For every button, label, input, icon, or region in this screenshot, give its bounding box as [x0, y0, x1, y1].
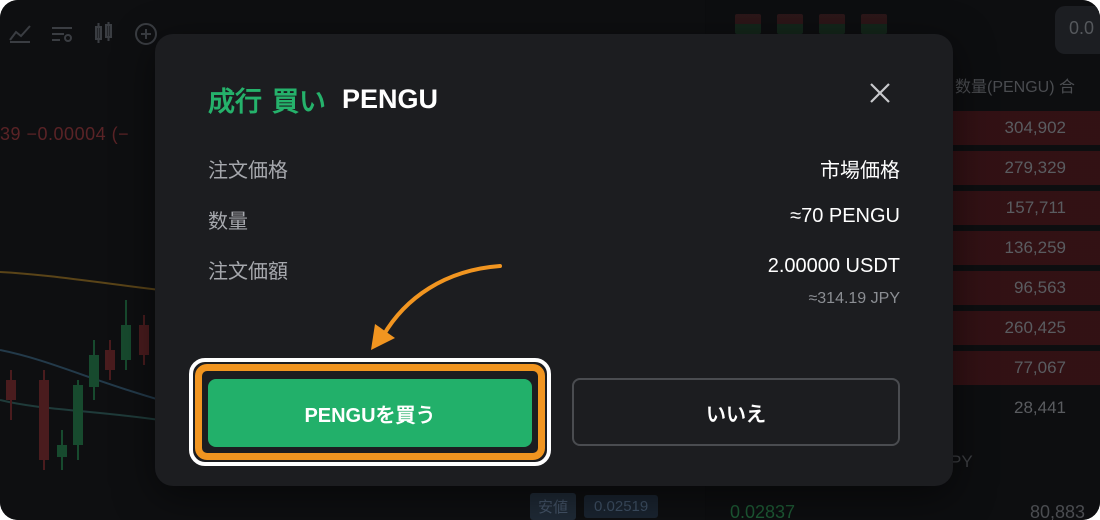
book-view-icon[interactable]: [777, 14, 803, 34]
symbol-label: PENGU: [342, 84, 439, 114]
quantity-label: 数量: [208, 211, 248, 233]
candle: [39, 380, 49, 460]
dialog-title: 成行 買い PENGU: [208, 80, 438, 119]
add-indicator-icon[interactable]: [134, 22, 158, 51]
line-chart-icon[interactable]: [8, 22, 32, 51]
last-price: 0.02837: [730, 502, 796, 520]
chart-toolbar: [8, 22, 158, 51]
close-button[interactable]: [861, 74, 899, 112]
low-price-value: 0.02519: [584, 495, 659, 518]
order-type-label: 成行: [208, 87, 262, 117]
order-price-value: 市場価格: [820, 160, 900, 182]
jpy-fragment: PY: [950, 452, 973, 471]
candlestick-icon[interactable]: [92, 22, 116, 51]
candle: [6, 380, 16, 400]
cancel-button[interactable]: いいえ: [572, 378, 900, 446]
candle: [139, 325, 149, 355]
low-price-indicator: 安値 0.02519: [530, 493, 659, 520]
low-price-tag: 安値: [530, 493, 577, 520]
pointer-arrow-icon: [371, 264, 502, 350]
book-view-icon[interactable]: [861, 14, 887, 34]
app-frame: 39 −0.00004 (− 0.0 数量(PENGU) 合 304,902 2…: [0, 0, 1100, 520]
order-book-view-icons: [735, 14, 887, 34]
close-icon: [870, 83, 890, 103]
candle: [73, 385, 83, 445]
candle: [121, 325, 131, 360]
order-amount-jpy: ≈314.19 JPY: [808, 290, 900, 307]
candle: [89, 355, 99, 387]
book-view-icon[interactable]: [735, 14, 761, 34]
candle: [105, 350, 115, 370]
quantity-value: ≈70 PENGU: [790, 205, 900, 227]
order-book-row: 80,883: [1030, 502, 1086, 520]
order-amount-value: 2.00000 USDT: [767, 255, 900, 277]
order-book-header: 数量(PENGU) 合: [955, 79, 1076, 96]
price-change-text: 39 −0.00004 (−: [0, 124, 130, 144]
order-price-label: 注文価格: [208, 160, 288, 182]
indicator-icon[interactable]: [50, 22, 74, 51]
order-amount-label: 注文価額: [208, 261, 288, 283]
order-side-label: 買い: [272, 87, 326, 117]
candle: [57, 445, 67, 457]
price-input[interactable]: 0.0: [1055, 6, 1100, 54]
book-view-icon[interactable]: [819, 14, 845, 34]
buy-button[interactable]: PENGUを買う: [208, 379, 532, 447]
